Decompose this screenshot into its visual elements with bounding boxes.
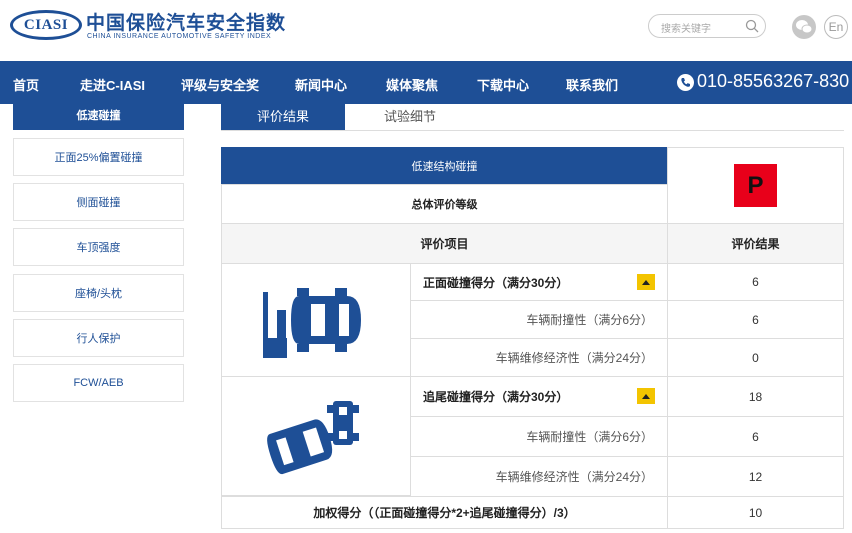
front-crash-image-cell <box>221 263 411 377</box>
rear-repair-label: 车辆维修经济性（满分24分） <box>410 456 668 497</box>
site-subtitle: CHINA INSURANCE AUTOMOTIVE SAFETY INDEX <box>87 33 272 40</box>
tab-results[interactable]: 评价结果 <box>221 100 345 130</box>
front-score-label: 正面碰撞得分（满分30分） <box>423 275 569 290</box>
sidebar-item-seat[interactable]: 座椅/头枕 <box>13 274 184 312</box>
search-icon[interactable] <box>745 19 759 33</box>
rear-crash-image-cell <box>221 376 411 496</box>
weighted-score: 10 <box>667 496 844 529</box>
tab-divider <box>221 130 844 131</box>
search-box[interactable]: 搜索关键字 <box>648 14 766 38</box>
tab-test-details[interactable]: 试验细节 <box>350 100 470 130</box>
nav-item-contact[interactable]: 联系我们 <box>566 75 618 94</box>
weighted-score-label: 加权得分（（正面碰撞得分*2+追尾碰撞得分）/3） <box>221 496 668 529</box>
nav-item-download[interactable]: 下载中心 <box>477 75 529 94</box>
overall-label: 总体评价等级 <box>221 184 668 224</box>
rear-crashworthiness-label: 车辆耐撞性（满分6分） <box>410 416 668 457</box>
sidebar-item-front-offset[interactable]: 正面25%偏置碰撞 <box>13 138 184 176</box>
front-crashworthiness-label: 车辆耐撞性（满分6分） <box>410 300 668 339</box>
logo-text: CIASI <box>23 16 69 33</box>
rear-repair-score: 12 <box>667 456 844 497</box>
rear-score: 18 <box>667 376 844 417</box>
phone-icon <box>677 74 694 91</box>
sidebar-item-fcw-aeb[interactable]: FCW/AEB <box>13 364 184 402</box>
front-score-label-cell: 正面碰撞得分（满分30分） <box>410 263 668 301</box>
column-header-result: 评价结果 <box>667 223 844 264</box>
section-title: 低速结构碰撞 <box>221 147 668 185</box>
front-score: 6 <box>667 263 844 301</box>
wechat-icon[interactable] <box>792 15 816 39</box>
front-repair-label: 车辆维修经济性（满分24分） <box>410 338 668 377</box>
logo-mark[interactable]: CIASI <box>10 10 82 40</box>
nav-item-ratings[interactable]: 评级与安全奖 <box>181 75 259 94</box>
rear-score-label: 追尾碰撞得分（满分30分） <box>423 390 569 404</box>
rear-score-label-cell: 追尾碰撞得分（满分30分） <box>410 376 668 417</box>
sidebar-item-low-speed[interactable]: 低速碰撞 <box>13 100 184 130</box>
front-crash-icon <box>263 288 361 358</box>
nav-item-about[interactable]: 走进C-IASI <box>80 75 145 94</box>
nav-item-media[interactable]: 媒体聚焦 <box>386 75 438 94</box>
front-crashworthiness-score: 6 <box>667 300 844 339</box>
language-button[interactable]: En <box>824 15 848 39</box>
nav-item-home[interactable]: 首页 <box>13 75 39 94</box>
collapse-toggle-icon[interactable] <box>637 274 655 290</box>
sidebar-item-roof[interactable]: 车顶强度 <box>13 228 184 266</box>
rear-crash-icon <box>267 401 359 475</box>
sidebar-item-pedestrian[interactable]: 行人保护 <box>13 319 184 357</box>
collapse-toggle-icon[interactable] <box>637 388 655 404</box>
sidebar-item-side[interactable]: 侧面碰撞 <box>13 183 184 221</box>
column-header-item: 评价项目 <box>221 223 668 264</box>
phone-number: 010-85563267-830 <box>697 71 850 91</box>
main-nav: 首页 走进C-IASI 评级与安全奖 新闻中心 媒体聚焦 下载中心 联系我们 0… <box>0 61 852 104</box>
grade-badge: P <box>734 164 777 207</box>
search-input[interactable]: 搜索关键字 <box>661 20 711 35</box>
rear-crashworthiness-score: 6 <box>667 416 844 457</box>
nav-item-news[interactable]: 新闻中心 <box>295 75 347 94</box>
site-title: 中国保险汽车安全指数 <box>86 13 287 34</box>
overall-grade-cell: P <box>667 147 844 224</box>
front-repair-score: 0 <box>667 338 844 377</box>
